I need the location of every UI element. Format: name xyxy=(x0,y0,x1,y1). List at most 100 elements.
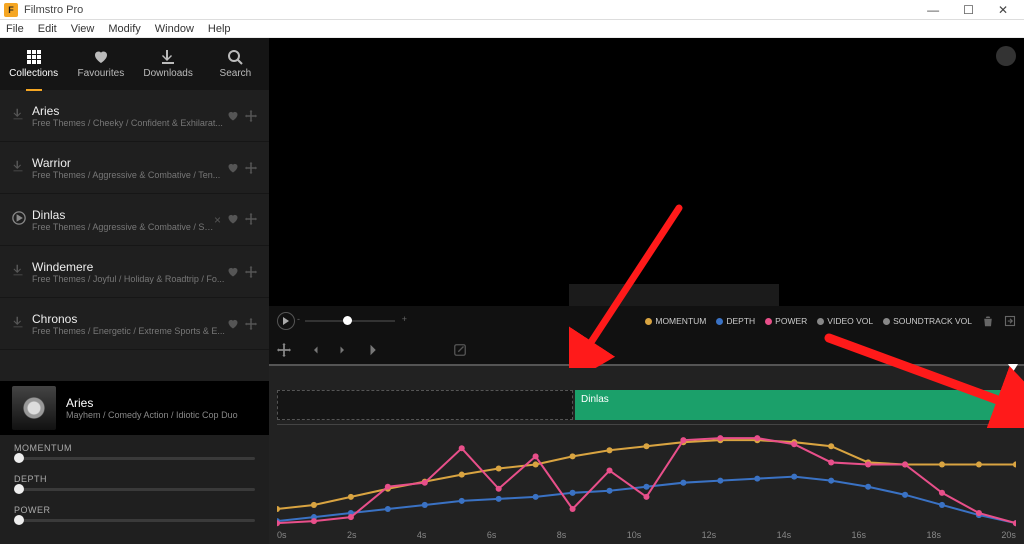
split-left-icon[interactable] xyxy=(307,343,321,357)
datapoint[interactable] xyxy=(570,490,576,496)
skip-icon[interactable] xyxy=(367,343,381,357)
datapoint[interactable] xyxy=(1013,520,1016,526)
datapoint[interactable] xyxy=(865,484,871,490)
track-row[interactable]: DinlasFree Themes / Aggressive & Combati… xyxy=(0,194,269,246)
slider-power[interactable]: POWER xyxy=(14,505,255,522)
datapoint[interactable] xyxy=(717,435,723,441)
menu-help[interactable]: Help xyxy=(208,23,231,35)
move-icon[interactable] xyxy=(245,213,257,225)
heart-icon[interactable] xyxy=(227,318,239,330)
datapoint[interactable] xyxy=(680,437,686,443)
slider-knob[interactable] xyxy=(14,484,24,494)
datapoint[interactable] xyxy=(496,465,502,471)
tab-favourites[interactable]: Favourites xyxy=(67,38,134,90)
datapoint[interactable] xyxy=(828,443,834,449)
user-avatar-icon[interactable] xyxy=(996,46,1016,66)
datapoint[interactable] xyxy=(496,486,502,492)
datapoint[interactable] xyxy=(902,492,908,498)
datapoint[interactable] xyxy=(459,498,465,504)
datapoint[interactable] xyxy=(976,510,982,516)
move-icon[interactable] xyxy=(245,318,257,330)
datapoint[interactable] xyxy=(348,494,354,500)
datapoint[interactable] xyxy=(570,506,576,512)
datapoint[interactable] xyxy=(385,506,391,512)
datapoint[interactable] xyxy=(570,453,576,459)
datapoint[interactable] xyxy=(348,514,354,520)
datapoint[interactable] xyxy=(643,494,649,500)
menu-window[interactable]: Window xyxy=(155,23,194,35)
datapoint[interactable] xyxy=(939,502,945,508)
datapoint[interactable] xyxy=(902,461,908,467)
datapoint[interactable] xyxy=(643,443,649,449)
move-icon[interactable] xyxy=(277,343,291,357)
datapoint[interactable] xyxy=(754,435,760,441)
play-circle-icon[interactable] xyxy=(12,211,26,225)
datapoint[interactable] xyxy=(422,502,428,508)
track-row[interactable]: WarriorFree Themes / Aggressive & Combat… xyxy=(0,142,269,194)
datapoint[interactable] xyxy=(533,453,539,459)
slider-knob[interactable] xyxy=(14,515,24,525)
download-icon[interactable] xyxy=(12,160,24,172)
datapoint[interactable] xyxy=(533,494,539,500)
datapoint[interactable] xyxy=(606,447,612,453)
menubar[interactable]: File Edit View Modify Window Help xyxy=(0,20,1024,38)
slider-depth[interactable]: DEPTH xyxy=(14,474,255,491)
minimize-button[interactable]: — xyxy=(927,3,943,17)
datapoint[interactable] xyxy=(717,478,723,484)
datapoint[interactable] xyxy=(828,478,834,484)
datapoint[interactable] xyxy=(1013,461,1016,467)
download-icon[interactable] xyxy=(12,264,24,276)
datapoint[interactable] xyxy=(606,467,612,473)
download-icon[interactable] xyxy=(12,108,24,120)
move-icon[interactable] xyxy=(245,110,257,122)
menu-edit[interactable]: Edit xyxy=(38,23,57,35)
play-button[interactable] xyxy=(277,312,295,330)
heart-icon[interactable] xyxy=(227,110,239,122)
close-icon[interactable]: × xyxy=(214,213,221,227)
move-icon[interactable] xyxy=(245,162,257,174)
automation-chart[interactable] xyxy=(277,426,1016,527)
split-right-icon[interactable] xyxy=(337,343,351,357)
menu-view[interactable]: View xyxy=(71,23,95,35)
datapoint[interactable] xyxy=(976,461,982,467)
datapoint[interactable] xyxy=(533,461,539,467)
datapoint[interactable] xyxy=(422,480,428,486)
tab-collections[interactable]: Collections xyxy=(0,38,67,90)
datapoint[interactable] xyxy=(865,461,871,467)
slider-knob[interactable] xyxy=(14,453,24,463)
slider-momentum[interactable]: MOMENTUM xyxy=(14,443,255,460)
trash-icon[interactable] xyxy=(982,315,994,327)
download-icon[interactable] xyxy=(12,316,24,328)
datapoint[interactable] xyxy=(643,484,649,490)
datapoint[interactable] xyxy=(496,496,502,502)
datapoint[interactable] xyxy=(459,472,465,478)
tab-downloads[interactable]: Downloads xyxy=(135,38,202,90)
heart-icon[interactable] xyxy=(227,266,239,278)
menu-file[interactable]: File xyxy=(6,23,24,35)
datapoint[interactable] xyxy=(939,461,945,467)
now-playing[interactable]: Aries Mayhem / Comedy Action / Idiotic C… xyxy=(0,381,269,435)
datapoint[interactable] xyxy=(459,445,465,451)
maximize-button[interactable]: ☐ xyxy=(963,3,978,17)
track-row[interactable]: AriesFree Themes / Cheeky / Confident & … xyxy=(0,90,269,142)
datapoint[interactable] xyxy=(791,441,797,447)
menu-modify[interactable]: Modify xyxy=(108,23,140,35)
zoom-slider[interactable]: -+ xyxy=(305,320,395,322)
datapoint[interactable] xyxy=(828,459,834,465)
datapoint[interactable] xyxy=(311,518,317,524)
datapoint[interactable] xyxy=(939,490,945,496)
heart-icon[interactable] xyxy=(227,162,239,174)
track-row[interactable]: ChronosFree Themes / Energetic / Extreme… xyxy=(0,298,269,350)
datapoint[interactable] xyxy=(606,488,612,494)
close-button[interactable]: ✕ xyxy=(998,3,1012,17)
export-icon[interactable] xyxy=(1004,315,1016,327)
datapoint[interactable] xyxy=(277,506,280,512)
datapoint[interactable] xyxy=(385,484,391,490)
heart-icon[interactable] xyxy=(227,213,239,225)
timeline-dropzone[interactable] xyxy=(277,390,573,420)
datapoint[interactable] xyxy=(680,480,686,486)
move-icon[interactable] xyxy=(245,266,257,278)
datapoint[interactable] xyxy=(791,474,797,480)
edit-icon[interactable] xyxy=(453,343,467,357)
datapoint[interactable] xyxy=(311,502,317,508)
